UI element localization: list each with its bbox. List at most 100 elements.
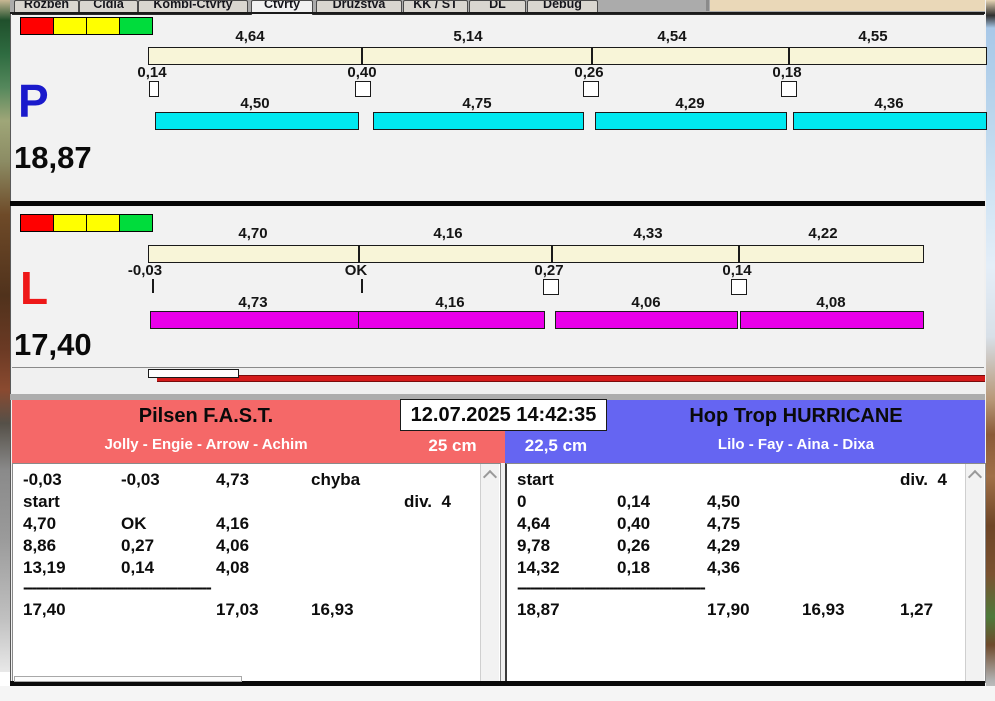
team-left-height-box: 25 cm	[400, 431, 505, 463]
result-total: 17,03	[216, 600, 259, 619]
result-total: 17,90	[707, 600, 750, 619]
p-segment-time: 4,55	[858, 28, 888, 45]
change-marker-box	[731, 279, 747, 295]
p-segment-time: 4,54	[657, 28, 687, 45]
l-segment-time: 4,33	[633, 225, 663, 242]
change-marker-box	[543, 279, 559, 295]
segment-bar-p	[148, 47, 987, 65]
p-dog-time: 4,75	[462, 95, 492, 112]
result-cell: 0,14	[121, 558, 155, 577]
team-right-height: 22,5 cm	[524, 436, 588, 455]
tab-label: Družstva	[332, 0, 386, 11]
result-cell: 4,70	[23, 514, 57, 533]
traffic-light-cell	[86, 17, 120, 35]
l-change-time: 0,14	[722, 262, 752, 279]
team-right-header: Hop Trop HURRICANE Lilo - Fay - Aina - D…	[607, 400, 985, 463]
team-left-dogs: Jolly - Engie - Arrow - Achim	[104, 436, 308, 453]
tab-label: Kombi-Čtvrty	[153, 0, 233, 11]
result-cell: 4,73	[216, 470, 250, 489]
l-dog-bar	[555, 311, 738, 329]
tab-label: Čtvrty	[263, 0, 301, 11]
p-segment-time: 4,64	[235, 28, 265, 45]
l-segment-time: 4,70	[238, 225, 268, 242]
traffic-light-cell	[119, 17, 153, 35]
result-cell: 0,18	[617, 558, 651, 577]
result-cell: div. 4	[404, 492, 451, 511]
l-change-time: -0,03	[127, 262, 163, 279]
bottom-scroll-sliver	[14, 676, 242, 682]
p-dog-bar	[155, 112, 359, 130]
desktop-strip-left	[0, 0, 10, 672]
change-marker-box	[355, 81, 371, 97]
segment-bar-tick	[591, 48, 593, 64]
p-dog-time: 4,50	[240, 95, 270, 112]
l-segment-time: 4,22	[808, 225, 838, 242]
l-dog-time: 4,16	[435, 294, 465, 311]
p-change-time: 0,14	[137, 64, 167, 81]
result-cell: 14,32	[517, 558, 560, 577]
change-marker-tick	[361, 279, 363, 293]
results-table-right: start div. 4 0 0,14 4,50 4,64 0,40 4,75 9,78 0,26…	[505, 463, 986, 683]
result-divider: ----------------------------------------…	[517, 578, 706, 597]
result-cell: 8,86	[23, 536, 57, 555]
tab-label: Debug	[543, 0, 582, 11]
lane-letter-p: P	[18, 75, 49, 127]
p-segment-time: 5,14	[453, 28, 483, 45]
result-cell: div. 4	[900, 470, 947, 489]
result-cell: 0,40	[617, 514, 651, 533]
tab-bar-divider	[706, 0, 709, 11]
result-cell: chyba	[311, 470, 361, 489]
l-dog-bar	[740, 311, 924, 329]
p-change-time: 0,18	[772, 64, 802, 81]
panel-p: 4,64 5,14 4,54 4,55 0,14 0,40 0,26 0,18 4,50 4,75…	[12, 14, 987, 202]
result-cell: start	[23, 492, 60, 511]
team-left-height: 25 cm	[428, 436, 477, 455]
team-right-name: Hop Trop HURRICANE	[689, 405, 903, 427]
lane-total-l: 17,40	[14, 327, 92, 362]
results-scrollbar[interactable]	[480, 464, 499, 681]
result-cell: 9,78	[517, 536, 551, 555]
result-cell: 4,64	[517, 514, 551, 533]
results-scrollbar[interactable]	[965, 464, 984, 681]
l-dog-time: 4,73	[238, 294, 268, 311]
p-dog-time: 4,29	[675, 95, 705, 112]
lane-total-p: 18,87	[14, 140, 92, 175]
result-cell: 0	[517, 492, 527, 511]
result-total: 16,93	[311, 600, 354, 619]
change-marker-box	[149, 81, 159, 97]
panel-l: 4,70 4,16 4,33 4,22 -0,03 OK 0,27 0,14 4,73 4,16 4…	[12, 207, 984, 368]
result-cell: OK	[121, 514, 147, 533]
result-total: 1,27	[900, 600, 934, 619]
l-dog-time: 4,08	[816, 294, 846, 311]
p-change-time: 0,26	[574, 64, 604, 81]
p-dog-bar	[373, 112, 584, 130]
p-dog-bar	[595, 112, 787, 130]
l-segment-time: 4,16	[433, 225, 463, 242]
background-window-strip	[710, 0, 985, 11]
tab-label: KK / ST	[413, 0, 458, 11]
window-top-border	[10, 12, 985, 14]
team-left-name: Pilsen F.A.S.T.	[138, 405, 274, 427]
clock-box: 12.07.2025 14:42:35	[400, 399, 607, 431]
result-cell: 13,19	[23, 558, 66, 577]
result-cell: 4,16	[216, 514, 250, 533]
result-cell: 0,27	[121, 536, 155, 555]
p-dog-time: 4,36	[874, 95, 904, 112]
lane-letter-l: L	[20, 262, 49, 314]
traffic-light-cell	[119, 214, 153, 232]
p-change-time: 0,40	[347, 64, 377, 81]
result-cell: -0,03	[23, 470, 62, 489]
segment-bar-tick	[361, 48, 363, 64]
tab-label: Rozběh	[23, 0, 70, 11]
timer-progress-red	[157, 375, 985, 382]
traffic-light-l	[20, 214, 153, 232]
result-cell: 4,06	[216, 536, 250, 555]
traffic-light-cell	[53, 214, 87, 232]
p-dog-bar	[793, 112, 987, 130]
result-cell: 4,50	[707, 492, 741, 511]
segment-bar-tick	[358, 246, 360, 262]
scroll-up-icon[interactable]	[967, 469, 983, 485]
result-cell: 4,29	[707, 536, 741, 555]
scroll-up-icon[interactable]	[482, 469, 498, 485]
result-total: 16,93	[802, 600, 845, 619]
